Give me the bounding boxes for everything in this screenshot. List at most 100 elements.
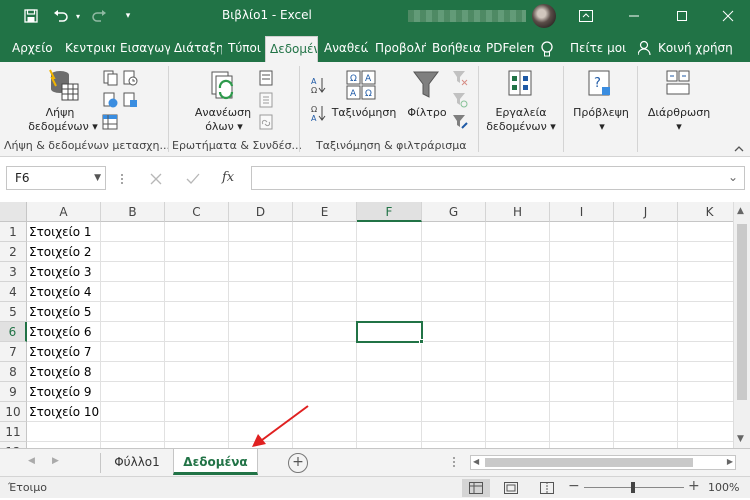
row-header-6[interactable]: 6	[0, 322, 27, 342]
cell-j10[interactable]	[614, 402, 678, 422]
cell-g7[interactable]	[422, 342, 486, 362]
cell-i10[interactable]	[550, 402, 614, 422]
cell-e4[interactable]	[293, 282, 357, 302]
minimize-icon[interactable]	[614, 0, 654, 32]
cell-g2[interactable]	[422, 242, 486, 262]
zoom-level[interactable]: 100%	[708, 481, 739, 494]
tab-file[interactable]: Αρχείο	[8, 36, 57, 62]
forecast-icon[interactable]: ?	[588, 70, 612, 99]
cell-c10[interactable]	[165, 402, 229, 422]
cell-b2[interactable]	[101, 242, 165, 262]
cell-i4[interactable]	[550, 282, 614, 302]
cell-d4[interactable]	[229, 282, 293, 302]
cell-b9[interactable]	[101, 382, 165, 402]
cell-i8[interactable]	[550, 362, 614, 382]
outline-icon[interactable]	[666, 70, 690, 99]
cell-f5[interactable]	[357, 302, 422, 322]
cell-h3[interactable]	[486, 262, 550, 282]
cell-b4[interactable]	[101, 282, 165, 302]
cell-c3[interactable]	[165, 262, 229, 282]
cell-d3[interactable]	[229, 262, 293, 282]
tab-help[interactable]: Βοήθεια	[428, 36, 482, 62]
cell-a8[interactable]: Στοιχείο 8	[27, 362, 101, 382]
cell-c4[interactable]	[165, 282, 229, 302]
cell-d5[interactable]	[229, 302, 293, 322]
data-tools-line2[interactable]: δεδομένων ▾	[484, 120, 558, 134]
cell-g11[interactable]	[422, 422, 486, 442]
get-data-icon[interactable]	[48, 68, 80, 105]
sort-button-label[interactable]: Ταξινόμηση	[330, 106, 398, 120]
customize-toolbar-icon[interactable]: ▾	[120, 0, 136, 32]
cell-c11[interactable]	[165, 422, 229, 442]
cell-g9[interactable]	[422, 382, 486, 402]
cell-c1[interactable]	[165, 222, 229, 242]
cell-f1[interactable]	[357, 222, 422, 242]
zoom-out-button[interactable]: −	[568, 478, 580, 494]
cell-g6[interactable]	[422, 322, 486, 342]
cell-c7[interactable]	[165, 342, 229, 362]
cell-d2[interactable]	[229, 242, 293, 262]
cell-g4[interactable]	[422, 282, 486, 302]
cell-a9[interactable]: Στοιχείο 9	[27, 382, 101, 402]
cell-e5[interactable]	[293, 302, 357, 322]
zoom-in-button[interactable]: +	[688, 478, 700, 494]
cell-f7[interactable]	[357, 342, 422, 362]
name-box[interactable]: F6 ▼	[6, 166, 106, 190]
cell-a11[interactable]	[27, 422, 101, 442]
worksheet-grid[interactable]: ABCDEFGHIJK 123456789101112 Στοιχείο 1Στ…	[0, 202, 750, 448]
save-icon[interactable]	[18, 0, 44, 32]
cell-a10[interactable]: Στοιχείο 10	[27, 402, 101, 422]
row-header-2[interactable]: 2	[0, 242, 27, 262]
row-header-10[interactable]: 10	[0, 402, 27, 422]
column-header-f[interactable]: F	[357, 202, 422, 222]
cell-f2[interactable]	[357, 242, 422, 262]
cell-g5[interactable]	[422, 302, 486, 322]
vertical-scrollbar[interactable]: ▲ ▼	[733, 202, 750, 448]
tab-insert[interactable]: Εισαγωγ	[116, 36, 170, 62]
cell-a2[interactable]: Στοιχείο 2	[27, 242, 101, 262]
cell-c8[interactable]	[165, 362, 229, 382]
cell-i9[interactable]	[550, 382, 614, 402]
cell-j1[interactable]	[614, 222, 678, 242]
cell-d7[interactable]	[229, 342, 293, 362]
tab-review[interactable]: Αναθεώ	[320, 36, 368, 62]
cell-d1[interactable]	[229, 222, 293, 242]
share-button[interactable]: Κοινή χρήση	[654, 36, 746, 62]
tab-pdfelement[interactable]: PDFelem	[482, 36, 534, 62]
tell-me-search[interactable]: Πείτε μοι	[566, 36, 628, 62]
cell-e6[interactable]	[293, 322, 357, 342]
select-all-corner[interactable]	[0, 202, 27, 222]
cell-i11[interactable]	[550, 422, 614, 442]
sort-a-to-z-icon[interactable]: AΩ	[310, 76, 326, 97]
cell-g10[interactable]	[422, 402, 486, 422]
insert-function-icon[interactable]: fx	[222, 170, 234, 185]
page-break-view-icon[interactable]	[540, 482, 554, 497]
cell-h1[interactable]	[486, 222, 550, 242]
cell-b8[interactable]	[101, 362, 165, 382]
chevron-down-icon[interactable]: ⌄	[728, 170, 738, 184]
cell-j4[interactable]	[614, 282, 678, 302]
recent-sources-icon[interactable]	[122, 70, 138, 89]
horizontal-scrollbar[interactable]: ◀ ▶	[470, 455, 736, 470]
filter-button-label[interactable]: Φίλτρο	[402, 106, 452, 120]
cell-i2[interactable]	[550, 242, 614, 262]
cell-e2[interactable]	[293, 242, 357, 262]
column-header-g[interactable]: G	[422, 202, 486, 222]
cell-b7[interactable]	[101, 342, 165, 362]
forecast-button-label[interactable]: Πρόβλεψη	[568, 106, 634, 120]
cell-f3[interactable]	[357, 262, 422, 282]
cell-c6[interactable]	[165, 322, 229, 342]
cell-a5[interactable]: Στοιχείο 5	[27, 302, 101, 322]
cell-b5[interactable]	[101, 302, 165, 322]
scroll-right-arrow[interactable]: ▶	[727, 457, 733, 466]
refresh-all-line2[interactable]: όλων ▾	[196, 120, 252, 134]
cell-d6[interactable]	[229, 322, 293, 342]
cell-c9[interactable]	[165, 382, 229, 402]
tab-home[interactable]: Κεντρική	[61, 36, 115, 62]
cell-j8[interactable]	[614, 362, 678, 382]
cell-h7[interactable]	[486, 342, 550, 362]
avatar[interactable]	[532, 4, 556, 28]
lightbulb-icon[interactable]	[540, 36, 560, 62]
column-header-c[interactable]: C	[165, 202, 229, 222]
column-header-a[interactable]: A	[27, 202, 101, 222]
